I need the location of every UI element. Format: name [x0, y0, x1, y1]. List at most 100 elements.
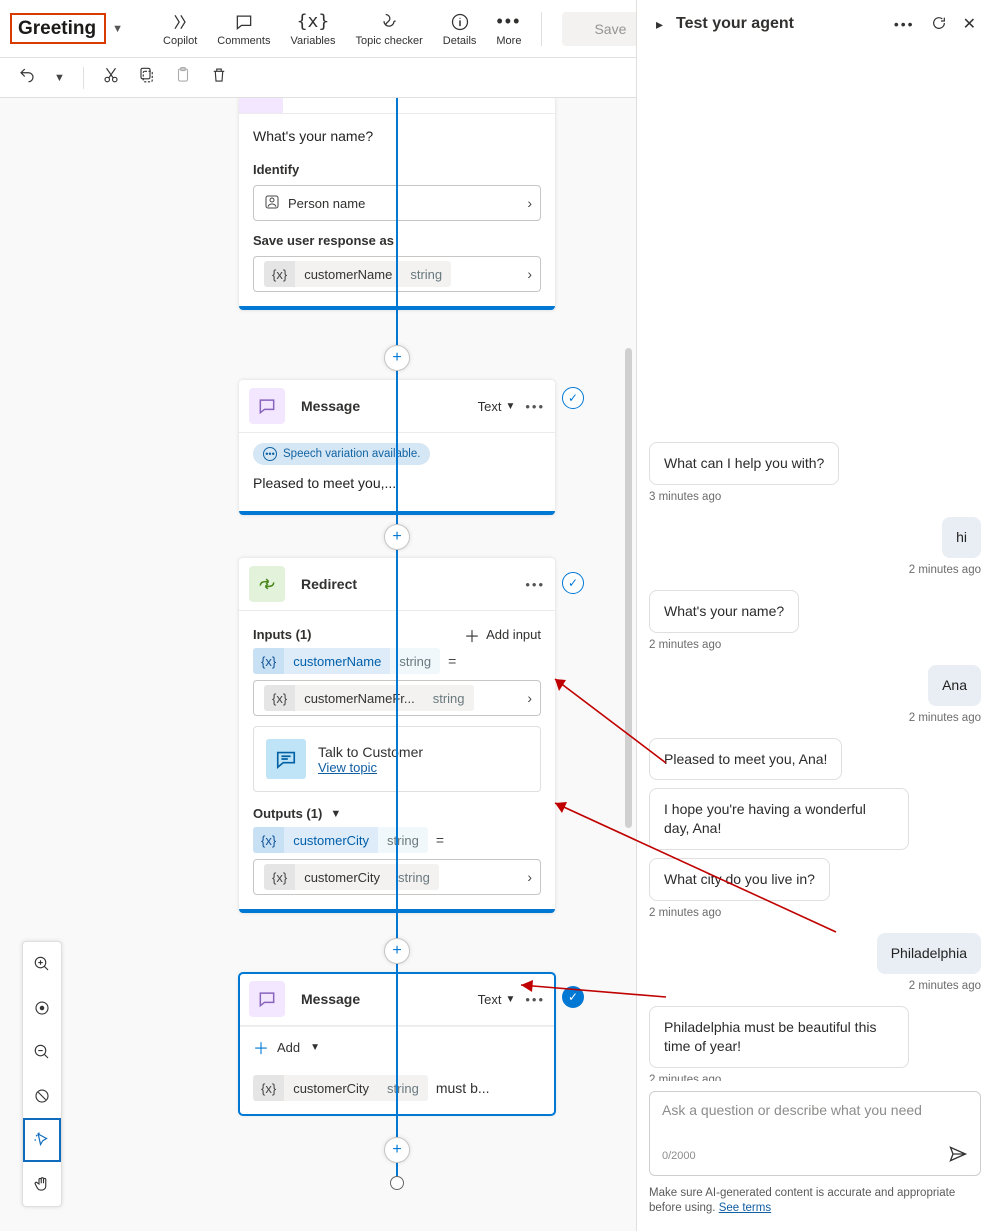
node-more-icon[interactable]: ••• [525, 577, 545, 592]
chevron-right-icon: › [527, 195, 532, 211]
node-check-icon: ✓ [562, 387, 584, 409]
chat-bubble: hi [942, 517, 981, 558]
chat-message-bot: Pleased to meet you, Ana! [649, 738, 981, 781]
view-topic-link[interactable]: View topic [318, 760, 377, 775]
variables-label: Variables [290, 35, 335, 47]
chat-input[interactable]: Ask a question or describe what you need… [649, 1091, 981, 1176]
chat-message-bot: Philadelphia must be beautiful this time… [649, 1006, 981, 1081]
paste-button[interactable] [174, 66, 192, 89]
plus-icon: ＋ [253, 1035, 269, 1059]
sub-divider [83, 67, 84, 89]
chat-message-bot: I hope you're having a wonderful day, An… [649, 788, 981, 850]
undo-button[interactable] [18, 66, 36, 89]
add-node-button[interactable]: + [384, 938, 410, 964]
cut-button[interactable] [102, 66, 120, 89]
topic-checker-icon [379, 11, 399, 33]
more-button[interactable]: ••• More [486, 11, 531, 47]
delete-button[interactable] [210, 66, 228, 89]
comments-icon [234, 11, 254, 33]
variable-icon: {x} [264, 685, 295, 711]
panel-collapse-icon[interactable]: ▸ [653, 16, 666, 33]
variable-icon: {x} [264, 864, 295, 890]
identify-value: Person name [288, 196, 365, 211]
chat-message-user: hi 2 minutes ago [649, 517, 981, 576]
variables-icon: {x} [297, 11, 330, 33]
details-icon [450, 11, 470, 33]
topic-title[interactable]: Greeting [10, 13, 106, 44]
chat-bubble: What's your name? [649, 590, 799, 633]
equals-icon: = [446, 653, 458, 669]
more-label: More [496, 35, 521, 47]
redirect-title: Redirect [295, 576, 515, 592]
plus-icon: ＋ [464, 623, 480, 647]
inputs-label: Inputs (1) [253, 627, 312, 642]
chat-timestamp: 2 minutes ago [909, 564, 981, 576]
speech-variation-badge[interactable]: ••• Speech variation available. [253, 443, 430, 465]
panel-more-icon[interactable]: ••• [891, 16, 918, 32]
output-source-name: customerCity [295, 864, 389, 890]
fit-to-screen-button[interactable] [23, 986, 61, 1030]
chat-bubble: I hope you're having a wonderful day, An… [649, 788, 909, 850]
node-check-icon: ✓ [562, 986, 584, 1008]
input-source-name: customerNameFr... [295, 685, 424, 711]
chat-bubble: Pleased to meet you, Ana! [649, 738, 842, 781]
input-source-type: string [424, 685, 474, 711]
chat-timestamp: 2 minutes ago [909, 980, 981, 992]
message-mode-dropdown[interactable]: Text▼ [478, 992, 516, 1007]
zoom-in-button[interactable] [23, 942, 61, 986]
undo-chevron-icon[interactable]: ▼ [54, 72, 65, 84]
add-input-button[interactable]: ＋ Add input [464, 623, 541, 647]
chat-bubble: Ana [928, 665, 981, 706]
chat-placeholder: Ask a question or describe what you need [662, 1102, 968, 1140]
canvas-scrollbar[interactable] [625, 348, 632, 828]
send-icon[interactable] [948, 1144, 968, 1169]
chevron-right-icon: › [527, 869, 532, 885]
chat-bubble: Philadelphia must be beautiful this time… [649, 1006, 909, 1068]
more-icon: ••• [496, 11, 521, 33]
chevron-right-icon: › [527, 690, 532, 706]
chat-transcript[interactable]: What can I help you with?3 minutes agohi… [637, 48, 993, 1081]
variable-icon: {x} [264, 261, 295, 287]
select-tool-button[interactable] [23, 1118, 61, 1162]
chat-message-user: Philadelphia2 minutes ago [649, 933, 981, 992]
msg2-var-type: string [378, 1075, 428, 1101]
chat-timestamp: 2 minutes ago [649, 907, 721, 919]
chevron-right-icon: › [527, 266, 532, 282]
authoring-canvas[interactable]: What's your name? Identify Person name ›… [0, 98, 636, 1231]
test-panel-title: Test your agent [676, 15, 881, 33]
chat-bubble: What can I help you with? [649, 442, 839, 485]
details-button[interactable]: Details [433, 11, 487, 47]
variable-icon: {x} [253, 1075, 284, 1101]
pan-tool-button[interactable] [23, 1162, 61, 1206]
copy-button[interactable] [138, 66, 156, 89]
chat-timestamp: 2 minutes ago [649, 639, 721, 651]
chat-message-bot: What city do you live in?2 minutes ago [649, 858, 981, 919]
see-terms-link[interactable]: See terms [719, 1202, 771, 1214]
topic-title-chevron-icon[interactable]: ▼ [112, 23, 123, 35]
add-node-button[interactable]: + [384, 524, 410, 550]
node-more-icon[interactable]: ••• [525, 992, 545, 1007]
message-mode-dropdown[interactable]: Text▼ [478, 399, 516, 414]
refresh-icon[interactable] [928, 15, 950, 34]
variable-icon: {x} [253, 827, 284, 853]
message-icon [249, 981, 285, 1017]
close-icon[interactable]: ✕ [960, 14, 979, 34]
msg2-var-name: customerCity [284, 1075, 378, 1101]
copilot-button[interactable]: Copilot [153, 11, 207, 47]
reset-view-button[interactable] [23, 1074, 61, 1118]
zoom-out-button[interactable] [23, 1030, 61, 1074]
chat-message-user: Ana 2 minutes ago [649, 665, 981, 724]
comments-label: Comments [217, 35, 270, 47]
redirect-icon [249, 566, 285, 602]
message-icon [249, 388, 285, 424]
node-more-icon[interactable]: ••• [525, 399, 545, 414]
msg2-text-suffix[interactable]: must b... [436, 1080, 490, 1096]
outputs-chevron-icon[interactable]: ▼ [330, 808, 341, 820]
end-node-icon [390, 1176, 404, 1190]
add-node-button[interactable]: + [384, 345, 410, 371]
chat-timestamp: 2 minutes ago [909, 712, 981, 724]
add-node-button[interactable]: + [384, 1137, 410, 1163]
topic-checker-button[interactable]: Topic checker [346, 11, 433, 47]
comments-button[interactable]: Comments [207, 11, 280, 47]
variables-button[interactable]: {x} Variables [280, 11, 345, 47]
